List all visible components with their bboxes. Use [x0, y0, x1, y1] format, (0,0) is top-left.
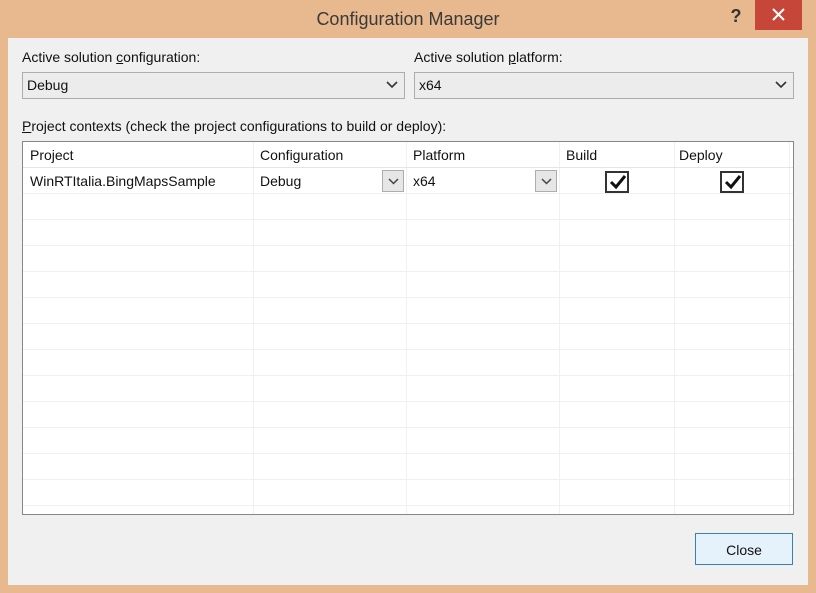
column-header-deploy[interactable]: Deploy	[674, 142, 789, 168]
column-header-platform[interactable]: Platform	[406, 142, 559, 168]
project-contexts-label: Project contexts (check the project conf…	[22, 118, 447, 134]
build-checkbox[interactable]	[605, 171, 629, 193]
project-configuration-select[interactable]: Debug	[254, 169, 406, 193]
chevron-down-icon	[386, 81, 398, 89]
checkmark-icon	[609, 175, 627, 190]
close-button[interactable]: Close	[695, 533, 793, 565]
dropdown-button[interactable]	[535, 170, 557, 192]
grid-line	[23, 453, 793, 454]
solution-configuration-label: Active solution configuration:	[22, 49, 201, 65]
chevron-down-icon	[388, 178, 399, 185]
chevron-down-icon	[775, 81, 787, 89]
solution-configuration-value: Debug	[27, 77, 69, 93]
project-platform-value: x64	[413, 173, 436, 189]
close-icon	[772, 8, 785, 21]
solution-platform-value: x64	[419, 77, 442, 93]
grid-line	[23, 349, 793, 350]
dropdown-button[interactable]	[382, 170, 404, 192]
grid-line	[23, 271, 793, 272]
title-bar[interactable]: Configuration Manager ?	[0, 0, 816, 38]
project-configuration-value: Debug	[260, 173, 302, 189]
grid-line	[23, 219, 793, 220]
grid-line	[23, 297, 793, 298]
grid-line	[23, 401, 793, 402]
solution-configuration-select[interactable]: Debug	[22, 72, 405, 99]
column-header-build[interactable]: Build	[559, 142, 674, 168]
deploy-checkbox[interactable]	[720, 171, 744, 193]
project-platform-select[interactable]: x64	[407, 169, 559, 193]
dialog-content: Active solution configuration: Debug Act…	[8, 38, 808, 585]
grid-line	[23, 323, 793, 324]
grid-line	[674, 142, 675, 514]
column-header-project[interactable]: Project	[23, 142, 253, 168]
grid-line	[23, 245, 793, 246]
project-contexts-grid[interactable]: Project Configuration Platform Build Dep…	[22, 141, 794, 515]
window-close-button[interactable]	[755, 0, 802, 30]
help-button[interactable]: ?	[716, 0, 756, 30]
grid-line	[406, 142, 407, 514]
window-title: Configuration Manager	[316, 9, 500, 29]
checkmark-icon	[724, 175, 742, 190]
column-header-configuration[interactable]: Configuration	[253, 142, 406, 168]
grid-line	[253, 142, 254, 514]
grid-line	[23, 479, 793, 480]
grid-line	[23, 505, 793, 506]
grid-line	[23, 375, 793, 376]
chevron-down-icon	[541, 178, 552, 185]
solution-platform-select[interactable]: x64	[414, 72, 794, 99]
project-name-cell: WinRTItalia.BingMapsSample	[30, 173, 216, 189]
grid-line	[789, 142, 790, 514]
dialog-window: Configuration Manager ? Active solution …	[0, 0, 816, 593]
grid-line	[23, 427, 793, 428]
solution-platform-label: Active solution platform:	[414, 49, 563, 65]
grid-line	[559, 142, 560, 514]
